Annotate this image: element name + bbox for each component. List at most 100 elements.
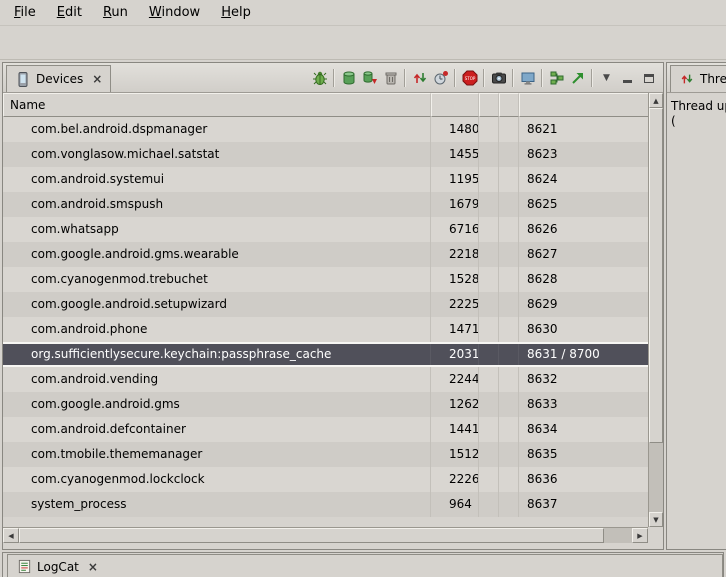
- table-row[interactable]: com.android.phone14718630: [3, 317, 648, 342]
- table-row[interactable]: org.sufficientlysecure.keychain:passphra…: [3, 342, 648, 367]
- vertical-scrollbar-thumb[interactable]: [649, 108, 663, 443]
- process-pid: 20311: [431, 344, 479, 365]
- empty-cell: [499, 492, 519, 517]
- threads-message-line: Thread up: [671, 99, 723, 114]
- process-port: 8637: [519, 492, 648, 517]
- horizontal-scrollbar-thumb[interactable]: [19, 528, 604, 543]
- process-port: 8633: [519, 392, 648, 417]
- dump-view-hierarchy-icon[interactable]: [517, 68, 538, 89]
- table-row[interactable]: com.google.android.gms12623 8633: [3, 392, 648, 417]
- menu-window[interactable]: Window: [141, 2, 208, 23]
- view-menu-icon[interactable]: ▼: [596, 68, 617, 89]
- maximize-icon[interactable]: [638, 68, 659, 89]
- table-row[interactable]: com.whatsapp67168626: [3, 217, 648, 242]
- column-header-port[interactable]: [519, 93, 648, 117]
- empty-cell: [479, 467, 499, 492]
- scroll-left-icon[interactable]: ◀: [3, 528, 19, 543]
- empty-cell: [499, 292, 519, 317]
- stop-process-icon[interactable]: STOP: [459, 68, 480, 89]
- update-heap-icon[interactable]: [338, 68, 359, 89]
- table-row[interactable]: com.google.android.gms.wearable221858627: [3, 242, 648, 267]
- cause-gc-icon[interactable]: [380, 68, 401, 89]
- process-pid: 1528: [431, 267, 479, 292]
- empty-cell: [479, 192, 499, 217]
- empty-cell: [479, 292, 499, 317]
- process-pid: 22250: [431, 292, 479, 317]
- table-row[interactable]: com.google.android.setupwizard222508629: [3, 292, 648, 317]
- table-row[interactable]: com.bel.android.dspmanager14808621: [3, 117, 648, 142]
- table-row[interactable]: com.android.systemui11958624: [3, 167, 648, 192]
- column-header-empty[interactable]: [479, 93, 499, 117]
- process-name: com.google.android.setupwizard: [3, 292, 431, 317]
- device-table: Name com.bel.android.dspmanager14808621c…: [3, 93, 663, 527]
- table-row[interactable]: com.android.smspush16798625: [3, 192, 648, 217]
- toolbar-separator: [591, 69, 593, 87]
- empty-cell: [499, 392, 519, 417]
- table-row[interactable]: system_process9648637: [3, 492, 648, 517]
- process-name: org.sufficientlysecure.keychain:passphra…: [3, 344, 431, 365]
- menu-file[interactable]: File: [6, 2, 44, 23]
- empty-cell: [479, 417, 499, 442]
- table-row[interactable]: com.tmobile.thememanager15128635: [3, 442, 648, 467]
- empty-cell: [479, 317, 499, 342]
- main-toolbar: [0, 26, 726, 60]
- empty-cell: [479, 242, 499, 267]
- empty-cell: [499, 142, 519, 167]
- empty-cell: [499, 242, 519, 267]
- capture-system-state-icon[interactable]: [546, 68, 567, 89]
- menu-help[interactable]: Help: [213, 2, 259, 23]
- tab-threads[interactable]: Threa: [670, 65, 726, 92]
- table-row[interactable]: com.vonglasow.michael.satstat145538623: [3, 142, 648, 167]
- empty-cell: [479, 117, 499, 142]
- table-row[interactable]: com.cyanogenmod.trebuchet15288628: [3, 267, 648, 292]
- scroll-up-icon[interactable]: ▲: [649, 93, 663, 108]
- update-threads-icon[interactable]: [409, 68, 430, 89]
- menu-edit[interactable]: Edit: [49, 2, 90, 23]
- process-port: 8625: [519, 192, 648, 217]
- start-opengl-trace-icon[interactable]: [567, 68, 588, 89]
- vertical-scrollbar[interactable]: ▲ ▼: [648, 93, 663, 527]
- process-name: com.google.android.gms: [3, 392, 431, 417]
- scroll-down-icon[interactable]: ▼: [649, 512, 663, 527]
- column-header-name[interactable]: Name: [3, 93, 431, 117]
- empty-cell: [479, 367, 499, 392]
- empty-cell: [499, 117, 519, 142]
- horizontal-scrollbar[interactable]: ◀ ▶: [3, 527, 648, 543]
- tab-logcat[interactable]: LogCat ×: [7, 554, 723, 577]
- column-header-empty[interactable]: [499, 93, 519, 117]
- menubar: File Edit Run Window Help: [0, 0, 726, 26]
- screen-capture-icon[interactable]: [488, 68, 509, 89]
- empty-cell: [479, 142, 499, 167]
- process-port: 8626: [519, 217, 648, 242]
- table-row[interactable]: com.android.defcontainer144118634: [3, 417, 648, 442]
- process-name: system_process: [3, 492, 431, 517]
- logcat-view: LogCat ×: [2, 552, 724, 577]
- tab-devices[interactable]: Devices ×: [6, 65, 111, 92]
- tab-logcat-label: LogCat: [37, 560, 79, 574]
- toolbar-separator: [541, 69, 543, 87]
- process-port: 8632: [519, 367, 648, 392]
- close-icon[interactable]: ×: [92, 72, 102, 86]
- process-pid: 1679: [431, 192, 479, 217]
- table-row[interactable]: com.android.vending224408632: [3, 367, 648, 392]
- process-name: com.cyanogenmod.lockclock: [3, 467, 431, 492]
- close-icon[interactable]: ×: [88, 560, 98, 574]
- process-name: com.vonglasow.michael.satstat: [3, 142, 431, 167]
- process-port: 8635: [519, 442, 648, 467]
- process-port: 8624: [519, 167, 648, 192]
- device-table-header: Name: [3, 93, 648, 117]
- scroll-right-icon[interactable]: ▶: [632, 528, 648, 543]
- process-pid: 1195: [431, 167, 479, 192]
- process-pid: 12623: [431, 392, 479, 417]
- process-name: com.bel.android.dspmanager: [3, 117, 431, 142]
- eclipse-ddms-window: File Edit Run Window Help Devices ×: [0, 0, 726, 577]
- column-header-pid[interactable]: [431, 93, 479, 117]
- table-row[interactable]: com.cyanogenmod.lockclock222658636: [3, 467, 648, 492]
- debug-icon[interactable]: [309, 68, 330, 89]
- dump-hprof-icon[interactable]: [359, 68, 380, 89]
- menu-run[interactable]: Run: [95, 2, 136, 23]
- start-method-profiling-icon[interactable]: [430, 68, 451, 89]
- minimize-icon[interactable]: [617, 68, 638, 89]
- empty-cell: [499, 267, 519, 292]
- empty-cell: [479, 492, 499, 517]
